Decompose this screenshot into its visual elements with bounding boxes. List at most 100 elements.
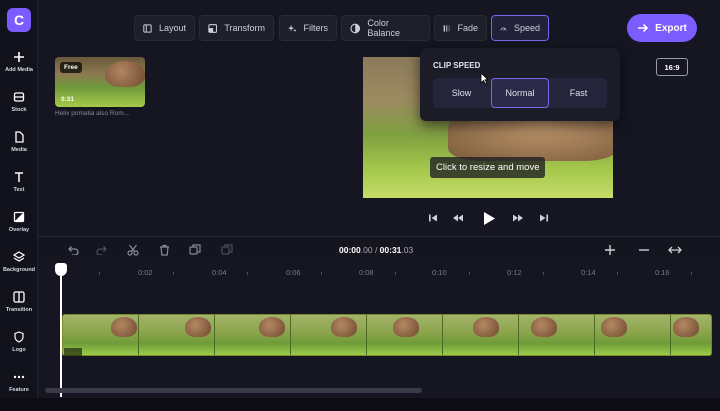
tick-mark bbox=[691, 272, 692, 275]
sidebar-item-media[interactable]: Media bbox=[0, 130, 38, 164]
tool-filters[interactable]: Filters bbox=[279, 15, 337, 41]
tick-label: 0:06 bbox=[286, 268, 301, 277]
total-time: 00:31 bbox=[379, 245, 402, 255]
sidebar-item-background[interactable]: Background bbox=[0, 250, 38, 284]
sidebar: C Add Media Stock Media Text Overlay Bac… bbox=[0, 0, 38, 411]
zoom-in-button[interactable] bbox=[602, 242, 618, 258]
fade-icon bbox=[443, 24, 450, 32]
skip-end-icon bbox=[540, 214, 548, 222]
tick-mark bbox=[469, 272, 470, 275]
playhead-handle[interactable] bbox=[55, 263, 67, 276]
sidebar-item-transition[interactable]: Transition bbox=[0, 290, 38, 324]
arrow-right-icon bbox=[638, 23, 649, 33]
fast-forward-button[interactable] bbox=[511, 211, 525, 225]
delete-button[interactable] bbox=[156, 242, 172, 258]
rewind-icon bbox=[453, 214, 463, 222]
clip-frame bbox=[671, 315, 711, 355]
add-layer-icon bbox=[221, 244, 233, 255]
trash-icon bbox=[159, 244, 169, 256]
layout-icon bbox=[143, 23, 152, 33]
tick-label: 0:14 bbox=[581, 268, 596, 277]
sparkle-icon bbox=[288, 24, 297, 32]
sidebar-item-label: Media bbox=[11, 147, 27, 153]
tool-speed[interactable]: Speed bbox=[491, 15, 549, 41]
mouse-cursor-icon bbox=[480, 72, 489, 85]
skip-to-end-button[interactable] bbox=[538, 211, 550, 225]
tool-color-balance[interactable]: Color Balance bbox=[341, 15, 430, 41]
time-separator: / bbox=[372, 245, 380, 255]
clip-tag bbox=[64, 348, 82, 356]
editor-app: C Add Media Stock Media Text Overlay Bac… bbox=[0, 0, 720, 411]
tool-label: Transform bbox=[224, 23, 265, 33]
rewind-button[interactable] bbox=[451, 211, 465, 225]
undo-button[interactable] bbox=[65, 242, 81, 258]
scissors-icon bbox=[127, 244, 139, 256]
media-thumbnail[interactable]: Free 0:31 bbox=[55, 57, 145, 107]
sidebar-item-label: Stock bbox=[11, 107, 27, 113]
tick-label: 0:04 bbox=[212, 268, 227, 277]
redo-button[interactable] bbox=[94, 242, 110, 258]
export-label: Export bbox=[655, 22, 687, 34]
sidebar-item-overlay[interactable]: Overlay bbox=[0, 210, 38, 244]
transition-icon bbox=[12, 290, 26, 304]
timecode: 00:00.00 / 00:31.03 bbox=[339, 245, 413, 255]
shield-icon bbox=[12, 330, 26, 344]
tick-label: 0:12 bbox=[507, 268, 522, 277]
clip-frame bbox=[367, 315, 443, 355]
fit-timeline-button[interactable] bbox=[667, 242, 683, 258]
tick-mark bbox=[543, 272, 544, 275]
file-icon bbox=[12, 130, 26, 144]
speed-options: Slow Normal Fast bbox=[433, 78, 607, 108]
tick-mark bbox=[321, 272, 322, 275]
tick-mark bbox=[247, 272, 248, 275]
tick-label: 0:10 bbox=[432, 268, 447, 277]
speed-option-normal[interactable]: Normal bbox=[491, 78, 549, 108]
split-button[interactable] bbox=[125, 242, 141, 258]
tick-mark bbox=[395, 272, 396, 275]
plus-icon bbox=[605, 245, 615, 255]
zoom-out-button[interactable] bbox=[636, 242, 652, 258]
add-to-timeline-button[interactable] bbox=[219, 242, 235, 258]
tool-label: Filters bbox=[303, 23, 329, 33]
tool-layout[interactable]: Layout bbox=[134, 15, 195, 41]
sidebar-item-label: Feature bbox=[9, 387, 29, 393]
more-icon bbox=[12, 370, 26, 384]
current-time-fraction: .00 bbox=[360, 245, 373, 255]
tool-transform[interactable]: Transform bbox=[199, 15, 274, 41]
play-icon bbox=[484, 211, 495, 225]
app-logo[interactable]: C bbox=[7, 8, 31, 32]
undo-icon bbox=[68, 246, 79, 255]
timeline-scrollbar[interactable] bbox=[45, 388, 422, 393]
tool-fade[interactable]: Fade bbox=[434, 15, 487, 41]
clip-frame bbox=[519, 315, 595, 355]
color-balance-icon bbox=[350, 23, 361, 33]
sidebar-item-label: Logo bbox=[12, 347, 26, 353]
duplicate-button[interactable] bbox=[187, 242, 203, 258]
sidebar-item-label: Transition bbox=[5, 307, 33, 313]
skip-to-start-button[interactable] bbox=[427, 211, 439, 225]
speedometer-icon bbox=[500, 27, 507, 31]
video-clip-track[interactable] bbox=[62, 314, 712, 356]
sidebar-item-label: Add Media bbox=[5, 67, 33, 73]
media-name: Helix pomatia also Rom... bbox=[55, 110, 130, 117]
transform-icon bbox=[208, 23, 217, 33]
speed-option-fast[interactable]: Fast bbox=[550, 78, 607, 108]
aspect-ratio-button[interactable]: 16:9 bbox=[656, 58, 688, 76]
thumbnail-image bbox=[105, 61, 145, 87]
sidebar-item-add-media[interactable]: Add Media bbox=[0, 50, 38, 84]
sidebar-item-stock[interactable]: Stock bbox=[0, 90, 38, 124]
skip-start-icon bbox=[429, 214, 437, 222]
clip-frame bbox=[595, 315, 671, 355]
stock-icon bbox=[12, 90, 26, 104]
tick-label: 0:08 bbox=[359, 268, 374, 277]
sidebar-item-logo[interactable]: Logo bbox=[0, 330, 38, 364]
export-button[interactable]: Export bbox=[627, 14, 697, 42]
fit-icon bbox=[668, 246, 682, 254]
tool-label: Layout bbox=[158, 23, 186, 33]
sidebar-item-text[interactable]: Text bbox=[0, 170, 38, 204]
free-badge: Free bbox=[60, 62, 82, 73]
media-duration: 0:31 bbox=[61, 96, 75, 103]
tool-label: Speed bbox=[513, 23, 540, 33]
play-button[interactable] bbox=[480, 209, 498, 227]
total-time-fraction: .03 bbox=[401, 245, 414, 255]
